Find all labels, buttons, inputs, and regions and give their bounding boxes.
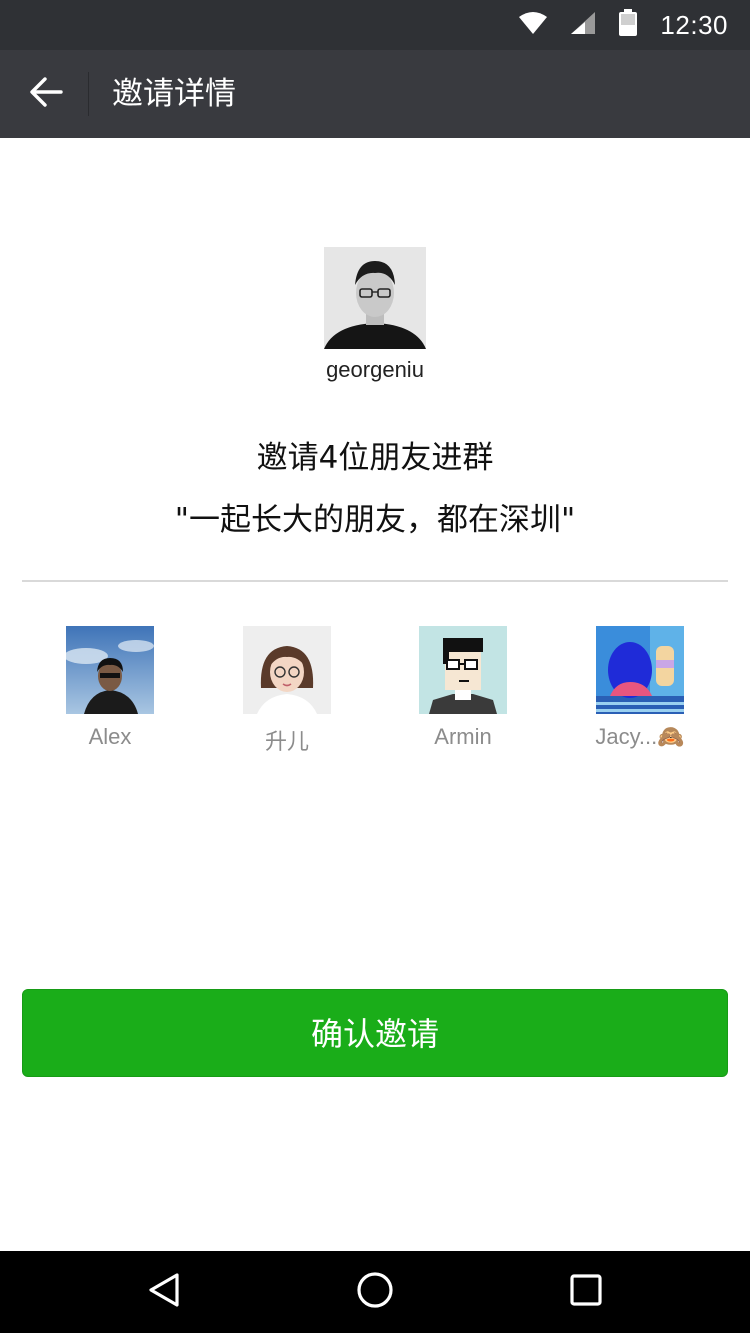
back-arrow-icon [29, 77, 63, 111]
system-nav-bar [0, 1251, 750, 1333]
home-circle-icon [356, 1271, 394, 1313]
status-bar: 12:30 [0, 0, 750, 50]
recents-square-icon [569, 1273, 603, 1311]
status-time: 12:30 [660, 9, 728, 40]
friend-name: 升儿 [264, 729, 309, 754]
avatar [419, 626, 507, 714]
confirm-invite-button[interactable]: 确认邀请 [22, 989, 728, 1077]
status-icons: 12:30 [518, 0, 728, 50]
group-name: "一起长大的朋友，都在深圳" [174, 502, 576, 538]
friend-item[interactable]: Alex [50, 626, 170, 750]
inviter-name: georgeniu [326, 357, 424, 382]
battery-icon [618, 9, 638, 41]
avatar [596, 626, 684, 714]
wifi-icon [518, 11, 548, 39]
friend-name: Alex [88, 724, 132, 749]
back-button[interactable] [20, 68, 72, 120]
avatar [243, 626, 331, 714]
system-back-button[interactable] [104, 1251, 224, 1333]
friend-name: Armin [434, 724, 492, 749]
system-home-button[interactable] [315, 1251, 435, 1333]
avatar [66, 626, 154, 714]
system-recents-button[interactable] [526, 1251, 646, 1333]
inviter-avatar[interactable] [324, 247, 426, 349]
divider [22, 580, 728, 582]
friend-item[interactable]: 升儿 [227, 626, 347, 756]
invite-title: 邀请4位朋友进群 [256, 440, 494, 476]
navbar: 邀请详情 [0, 50, 750, 138]
friend-item[interactable]: Armin [403, 626, 523, 750]
friend-name: Jacy...🙈 [595, 724, 685, 749]
page-title: 邀请详情 [112, 76, 236, 112]
nav-divider [88, 72, 89, 116]
back-triangle-icon [147, 1272, 181, 1312]
friend-item[interactable]: Jacy...🙈 [580, 626, 700, 750]
signal-icon [570, 11, 596, 39]
